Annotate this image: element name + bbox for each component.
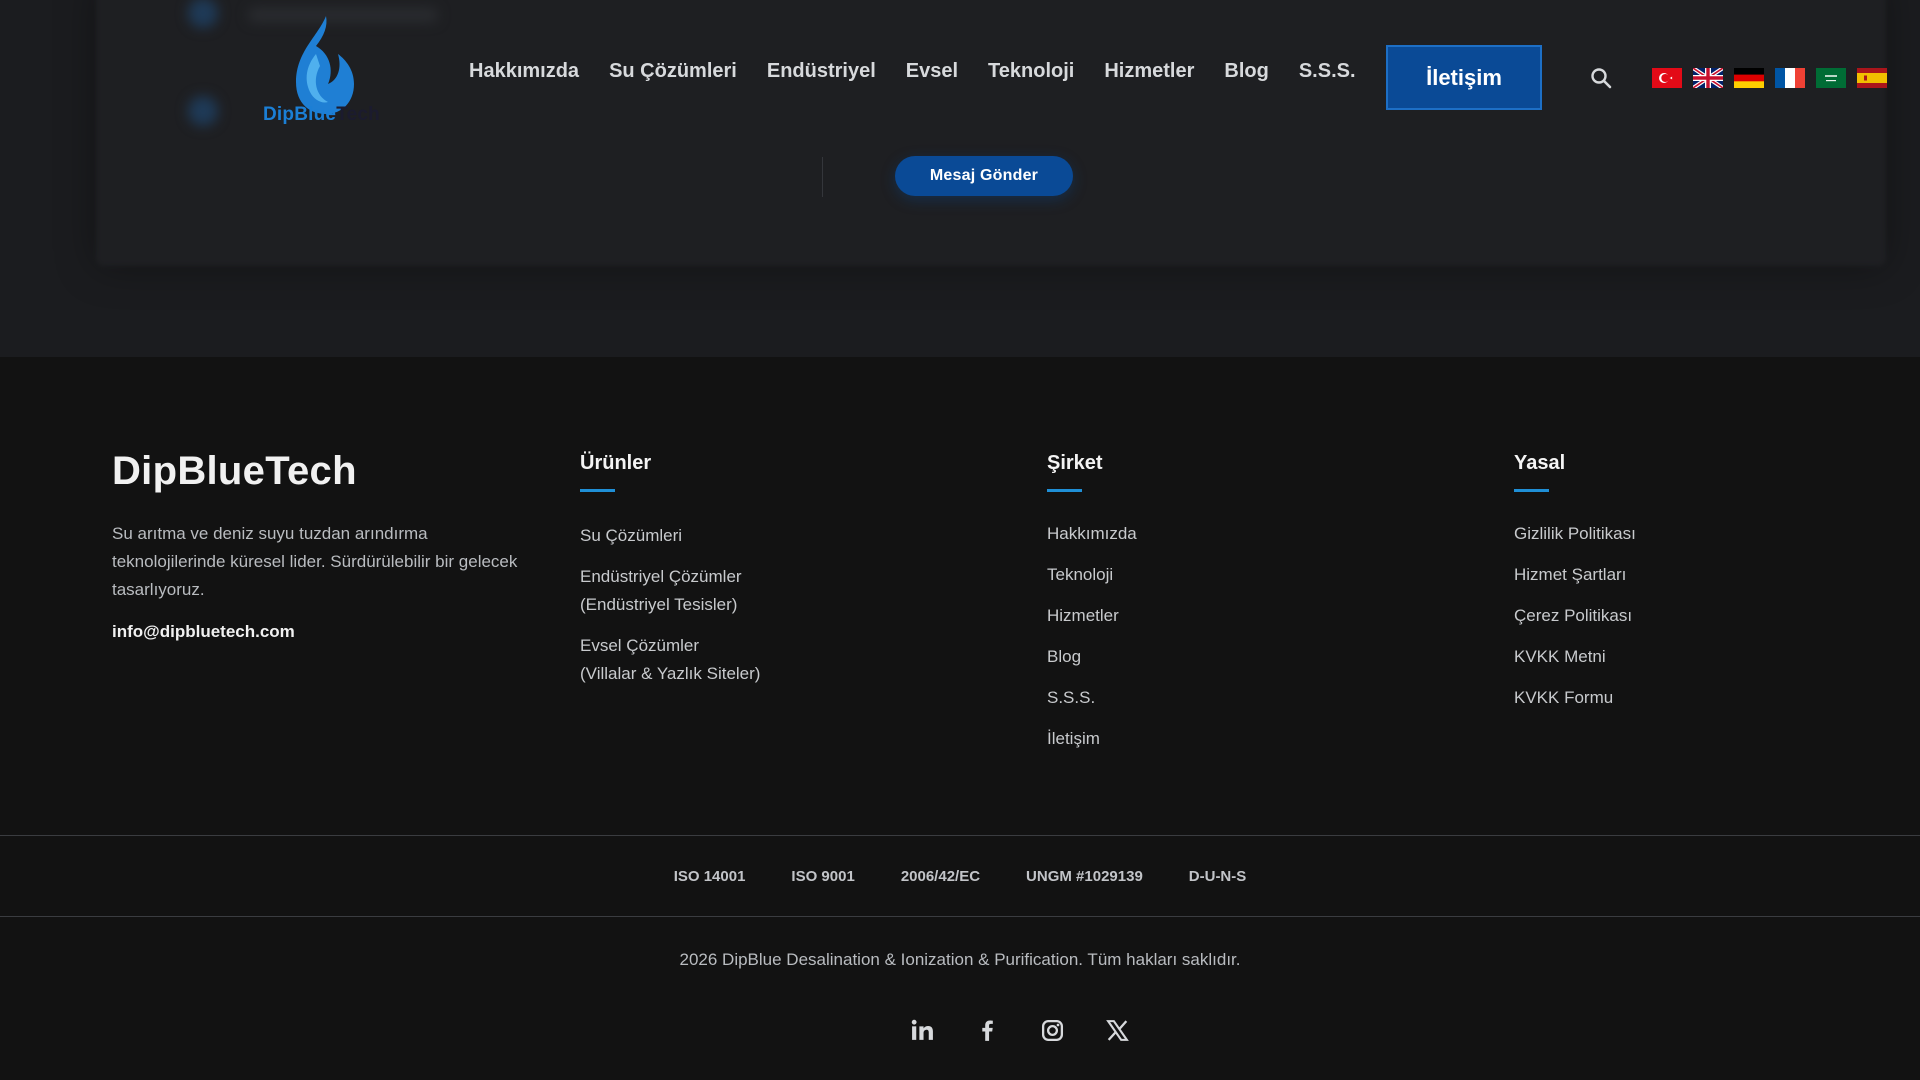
footer-link-gizlilik[interactable]: Gizlilik Politikası bbox=[1514, 522, 1636, 546]
cert-2006-42-ec: 2006/42/EC bbox=[900, 867, 981, 885]
instagram-icon[interactable] bbox=[1040, 1018, 1065, 1043]
footer-email-link[interactable]: info@dipbluetech.com bbox=[112, 622, 295, 642]
footer-link-endustriyel-tesisler[interactable]: (Endüstriyel Tesisler) bbox=[580, 591, 760, 619]
footer-link-su-cozumleri[interactable]: Su Çözümleri bbox=[580, 522, 760, 550]
flag-de-icon[interactable] bbox=[1734, 68, 1764, 88]
footer-link-endustriyel-cozumler[interactable]: Endüstriyel Çözümler bbox=[580, 563, 760, 591]
send-message-button[interactable]: Mesaj Gönder bbox=[895, 156, 1073, 196]
flag-fr-icon[interactable] bbox=[1775, 68, 1805, 88]
form-divider bbox=[822, 157, 823, 197]
footer-link-hizmetler[interactable]: Hizmetler bbox=[1047, 604, 1137, 628]
flag-tr-icon[interactable] bbox=[1652, 68, 1682, 88]
footer-column-products: Ürünler Su Çözümleri Endüstriyel Çözümle… bbox=[580, 452, 760, 701]
footer-link-iletisim[interactable]: İletişim bbox=[1047, 727, 1137, 751]
footer-link-cerez[interactable]: Çerez Politikası bbox=[1514, 604, 1636, 628]
nav-evsel[interactable]: Evsel bbox=[906, 60, 958, 83]
footer-link-blog[interactable]: Blog bbox=[1047, 645, 1137, 669]
title-underline bbox=[1514, 489, 1549, 492]
footer-column-legal: Yasal Gizlilik Politikası Hizmet Şartlar… bbox=[1514, 452, 1636, 727]
flag-sa-icon[interactable] bbox=[1816, 68, 1846, 88]
facebook-icon[interactable] bbox=[975, 1018, 1000, 1043]
language-switcher bbox=[1652, 68, 1887, 88]
main-nav: Hakkımızda Su Çözümleri Endüstriyel Evse… bbox=[469, 60, 1386, 83]
nav-teknoloji[interactable]: Teknoloji bbox=[988, 60, 1074, 83]
column-title: Şirket bbox=[1047, 452, 1103, 474]
title-underline bbox=[1047, 489, 1082, 492]
footer-link-kvkk-metni[interactable]: KVKK Metni bbox=[1514, 645, 1636, 669]
copyright-text: 2026 DipBlue Desalination & Ionization &… bbox=[679, 950, 1241, 969]
title-underline bbox=[580, 489, 615, 492]
footer-brand: DipBlueTech bbox=[112, 449, 357, 493]
cert-duns: D-U-N-S bbox=[1188, 867, 1247, 885]
site-footer: DipBlueTech Su arıtma ve deniz suyu tuzd… bbox=[0, 357, 1920, 1080]
flag-es-icon[interactable] bbox=[1857, 68, 1887, 88]
footer-column-company: Şirket Hakkımızda Teknoloji Hizmetler Bl… bbox=[1047, 452, 1137, 768]
footer-link-hizmet-sartlari[interactable]: Hizmet Şartları bbox=[1514, 563, 1636, 587]
social-links bbox=[910, 1018, 1130, 1043]
nav-blog[interactable]: Blog bbox=[1224, 60, 1268, 83]
nav-hizmetler[interactable]: Hizmetler bbox=[1104, 60, 1194, 83]
footer-link-villalar[interactable]: (Villalar & Yazlık Siteler) bbox=[580, 660, 760, 688]
cert-ungm: UNGM #1029139 bbox=[1026, 867, 1143, 885]
nav-sss[interactable]: S.S.S. bbox=[1299, 60, 1356, 83]
x-icon[interactable] bbox=[1105, 1018, 1130, 1043]
column-title: Yasal bbox=[1514, 452, 1566, 474]
logo-text: DipBlueTech bbox=[263, 104, 380, 125]
footer-description: Su arıtma ve deniz suyu tuzdan arındırma… bbox=[112, 524, 518, 599]
site-header: DipBlueTech Hakkımızda Su Çözümleri Endü… bbox=[0, 0, 1920, 150]
cert-iso-14001: ISO 14001 bbox=[673, 867, 746, 885]
nav-endustriyel[interactable]: Endüstriyel bbox=[767, 60, 876, 83]
search-icon[interactable] bbox=[1590, 67, 1612, 89]
certifications-bar: ISO 14001 ISO 9001 2006/42/EC UNGM #1029… bbox=[0, 835, 1920, 917]
flag-gb-icon[interactable] bbox=[1693, 68, 1723, 88]
footer-link-hakkimizda[interactable]: Hakkımızda bbox=[1047, 522, 1137, 546]
footer-link-sss[interactable]: S.S.S. bbox=[1047, 686, 1137, 710]
linkedin-icon[interactable] bbox=[910, 1018, 935, 1043]
footer-link-teknoloji[interactable]: Teknoloji bbox=[1047, 563, 1137, 587]
cert-iso-9001: ISO 9001 bbox=[791, 867, 855, 885]
nav-hakkimizda[interactable]: Hakkımızda bbox=[469, 60, 579, 83]
footer-link-kvkk-formu[interactable]: KVKK Formu bbox=[1514, 686, 1636, 710]
contact-button[interactable]: İletişim bbox=[1386, 45, 1542, 110]
footer-link-evsel-cozumler[interactable]: Evsel Çözümler bbox=[580, 632, 760, 660]
nav-su-cozumleri[interactable]: Su Çözümleri bbox=[609, 60, 737, 83]
column-title: Ürünler bbox=[580, 452, 652, 474]
